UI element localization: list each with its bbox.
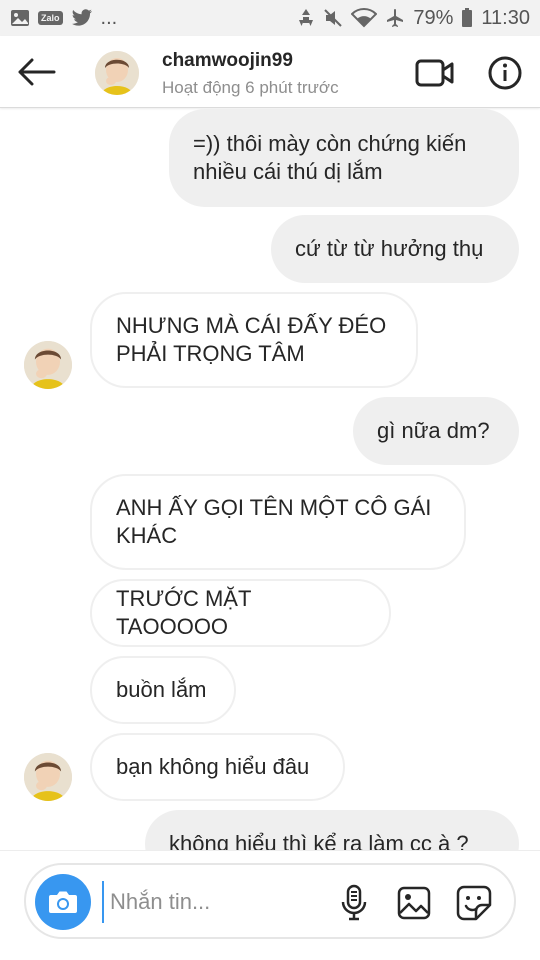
message-text: buồn lắm <box>116 677 207 702</box>
composer <box>24 863 516 939</box>
back-arrow-icon <box>18 58 56 86</box>
notification-icons: Zalo ... <box>10 7 117 30</box>
status-bar: Zalo ... 79% 11:30 <box>0 0 540 36</box>
recycle-icon <box>297 8 315 28</box>
battery-icon <box>461 8 473 28</box>
clock: 11:30 <box>481 6 530 29</box>
message-bubble-incoming[interactable]: ANH ẤY GỌI TÊN MỘT CÔ GÁI KHÁC <box>90 474 466 570</box>
twitter-icon <box>71 9 93 27</box>
zalo-icon: Zalo <box>38 11 63 25</box>
message-text: gì nữa dm? <box>377 418 490 443</box>
mute-icon <box>323 8 343 28</box>
message-bubble-incoming[interactable]: TRƯỚC MẶT TAOOOOO <box>90 579 391 647</box>
wifi-icon <box>351 8 378 28</box>
message-text: =)) thôi mày còn chứng kiến nhiều cái th… <box>193 131 467 184</box>
message-text: không hiểu thì kể ra làm cc à ? <box>169 831 469 850</box>
info-button[interactable] <box>485 56 525 90</box>
chat-header: chamwoojin99 Hoạt động 6 phút trước <box>0 36 540 108</box>
video-call-icon <box>415 59 454 87</box>
voice-message-button[interactable] <box>336 883 372 923</box>
message-bubble-incoming[interactable]: buồn lắm <box>90 656 236 724</box>
sticker-button[interactable] <box>454 883 494 923</box>
message-bubble-outgoing[interactable]: cứ từ từ hưởng thụ <box>271 215 519 283</box>
message-text: cứ từ từ hưởng thụ <box>295 236 484 261</box>
message-text: bạn không hiểu đâu <box>116 754 310 779</box>
message-text: TRƯỚC MẶT TAOOOOO <box>116 586 252 639</box>
system-icons: 79% 11:30 <box>297 7 530 30</box>
message-input[interactable] <box>102 881 322 923</box>
message-text: NHƯNG MÀ CÁI ĐẤY ĐÉO PHẢI TRỌNG TÂM <box>116 313 387 366</box>
composer-bar <box>0 850 540 960</box>
more-notifications: ... <box>100 6 118 29</box>
message-bubble-outgoing[interactable]: không hiểu thì kể ra làm cc à ? <box>145 810 519 850</box>
camera-button[interactable] <box>35 874 91 930</box>
info-icon <box>488 56 522 90</box>
battery-percent: 79% <box>413 6 454 29</box>
message-bubble-incoming[interactable]: NHƯNG MÀ CÁI ĐẤY ĐÉO PHẢI TRỌNG TÂM <box>90 292 418 388</box>
microphone-icon <box>341 884 367 921</box>
message-text: ANH ẤY GỌI TÊN MỘT CÔ GÁI KHÁC <box>116 495 432 548</box>
airplane-icon <box>385 8 405 28</box>
back-button[interactable] <box>14 54 58 90</box>
video-call-button[interactable] <box>414 56 456 90</box>
contact-username[interactable]: chamwoojin99 <box>162 50 293 72</box>
message-thread[interactable]: =)) thôi mày còn chứng kiến nhiều cái th… <box>0 109 540 850</box>
message-bubble-outgoing[interactable]: gì nữa dm? <box>353 397 519 465</box>
message-bubble-outgoing[interactable]: =)) thôi mày còn chứng kiến nhiều cái th… <box>169 109 519 207</box>
sender-avatar[interactable] <box>24 753 72 801</box>
camera-icon <box>49 891 77 913</box>
contact-avatar[interactable] <box>95 51 139 95</box>
activity-status: Hoạt động 6 phút trước <box>162 78 339 97</box>
sender-avatar[interactable] <box>24 341 72 389</box>
message-bubble-incoming[interactable]: bạn không hiểu đâu <box>90 733 345 801</box>
gallery-icon <box>397 886 431 920</box>
image-icon <box>10 9 30 27</box>
gallery-button[interactable] <box>394 883 434 923</box>
sticker-icon <box>456 885 492 921</box>
